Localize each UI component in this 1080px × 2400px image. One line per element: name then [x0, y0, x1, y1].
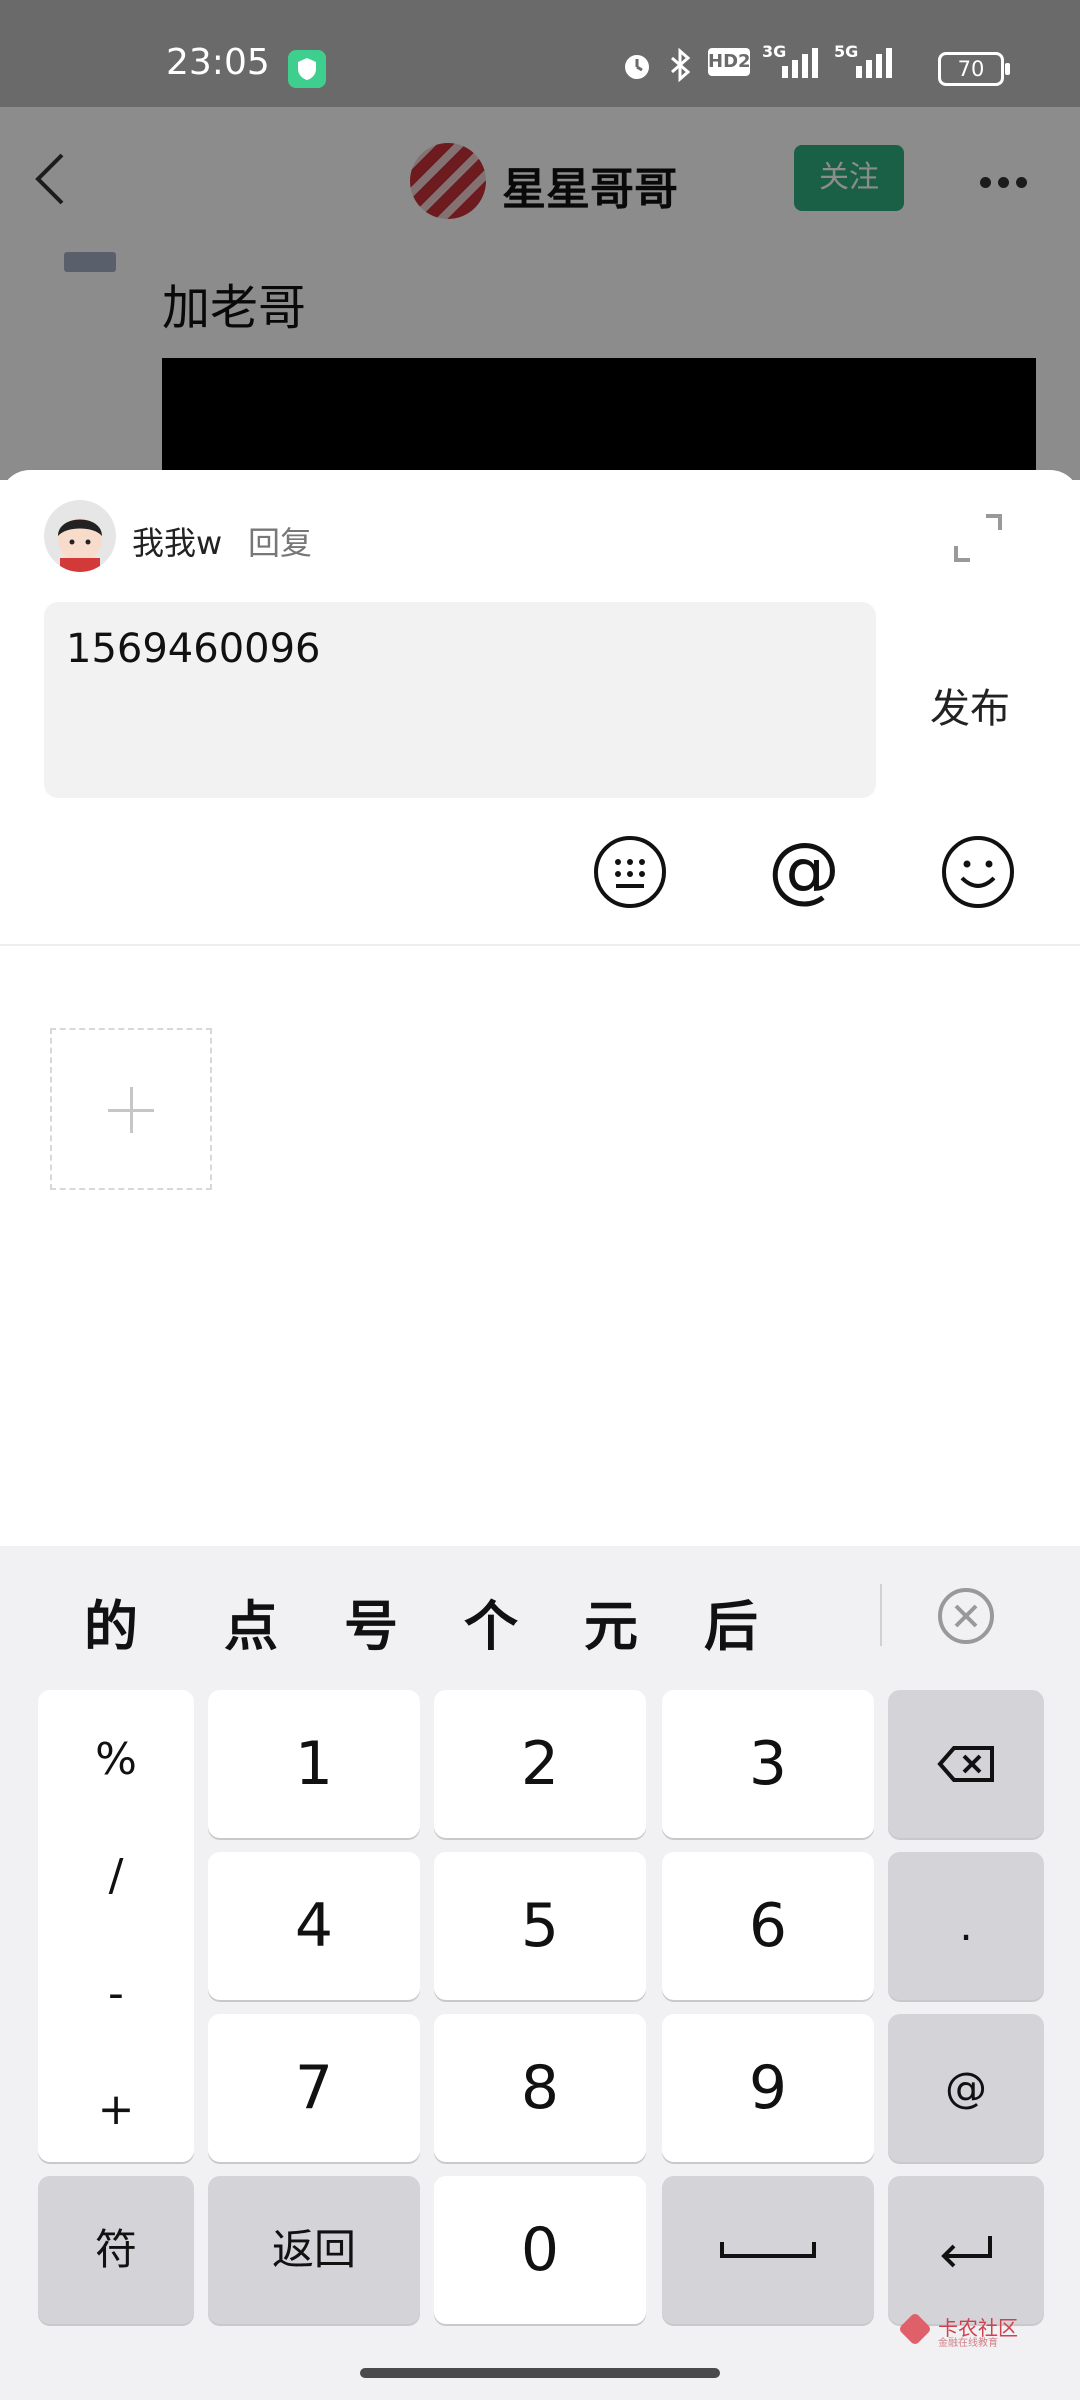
at-icon[interactable]: @ [766, 834, 842, 910]
key-dot[interactable]: . [888, 1852, 1044, 2000]
sheet-divider [0, 944, 1080, 946]
key-plus[interactable]: + [38, 2084, 194, 2135]
status-time: 23:05 [166, 42, 270, 83]
key-7[interactable]: 7 [208, 2014, 420, 2162]
status-icons: HD2 3G 5G 70 [620, 40, 1080, 90]
emoji-icon[interactable] [940, 834, 1016, 910]
close-candidates-icon[interactable] [936, 1586, 996, 1646]
candidate-word[interactable]: 点 [224, 1582, 278, 1661]
signal-5g-icon [856, 48, 892, 78]
key-percent[interactable]: % [38, 1734, 194, 1785]
symbol-column: % / - + [38, 1690, 194, 2162]
battery-icon: 70 [938, 52, 1010, 86]
key-9[interactable]: 9 [662, 2014, 874, 2162]
expand-icon[interactable] [952, 512, 1004, 564]
key-3[interactable]: 3 [662, 1690, 874, 1838]
space-key[interactable] [662, 2176, 874, 2324]
hd-icon: HD2 [708, 48, 751, 76]
candidate-divider [880, 1584, 882, 1646]
numeric-keyboard: 的 点 号 个 元 后 % / - + 1 2 3 4 5 6 7 8 9 . … [0, 1546, 1080, 2400]
backspace-key[interactable] [888, 1690, 1044, 1838]
shield-app-icon [288, 50, 326, 88]
key-0[interactable]: 0 [434, 2176, 646, 2324]
home-indicator[interactable] [360, 2368, 720, 2378]
reply-sheet: 我我w 回复 1569460096 发布 @ [0, 470, 1080, 1550]
backspace-icon [937, 1746, 994, 1782]
key-at[interactable]: @ [888, 2014, 1044, 2162]
watermark-subtext: 金融在线教育 [938, 2338, 998, 2349]
candidate-word[interactable]: 元 [584, 1582, 638, 1661]
key-1[interactable]: 1 [208, 1690, 420, 1838]
reply-verb-label: 回复 [248, 524, 313, 562]
bluetooth-icon [671, 48, 691, 82]
reply-user-name: 我我w [132, 524, 223, 562]
key-slash[interactable]: / [38, 1850, 194, 1901]
candidate-word[interactable]: 号 [344, 1582, 398, 1661]
add-image-button[interactable] [50, 1028, 212, 1190]
reply-input[interactable]: 1569460096 [44, 602, 876, 798]
key-6[interactable]: 6 [662, 1852, 874, 2000]
publish-button[interactable]: 发布 [930, 676, 1010, 734]
key-8[interactable]: 8 [434, 2014, 646, 2162]
status-bar: 23:05 HD2 3G 5G 70 [0, 0, 1080, 107]
space-bar-icon [720, 2242, 816, 2258]
candidate-word[interactable]: 个 [464, 1582, 518, 1661]
key-2[interactable]: 2 [434, 1690, 646, 1838]
key-4[interactable]: 4 [208, 1852, 420, 2000]
candidate-word[interactable]: 的 [84, 1582, 138, 1661]
candidate-word[interactable]: 后 [704, 1582, 758, 1661]
watermark-logo: 卡农社区 金融在线教育 [898, 2312, 1030, 2352]
alarm-icon [625, 55, 649, 79]
symbols-key[interactable]: 符 [38, 2176, 194, 2324]
key-5[interactable]: 5 [434, 1852, 646, 2000]
signal-3g-icon [782, 48, 818, 78]
enter-icon [941, 2236, 992, 2268]
user-avatar [44, 500, 116, 572]
svg-text:@: @ [768, 834, 840, 910]
enter-key[interactable] [888, 2176, 1044, 2324]
keyboard-icon[interactable] [592, 834, 668, 910]
back-key[interactable]: 返回 [208, 2176, 420, 2324]
watermark-icon [898, 2312, 932, 2346]
key-minus[interactable]: - [38, 1968, 194, 2019]
